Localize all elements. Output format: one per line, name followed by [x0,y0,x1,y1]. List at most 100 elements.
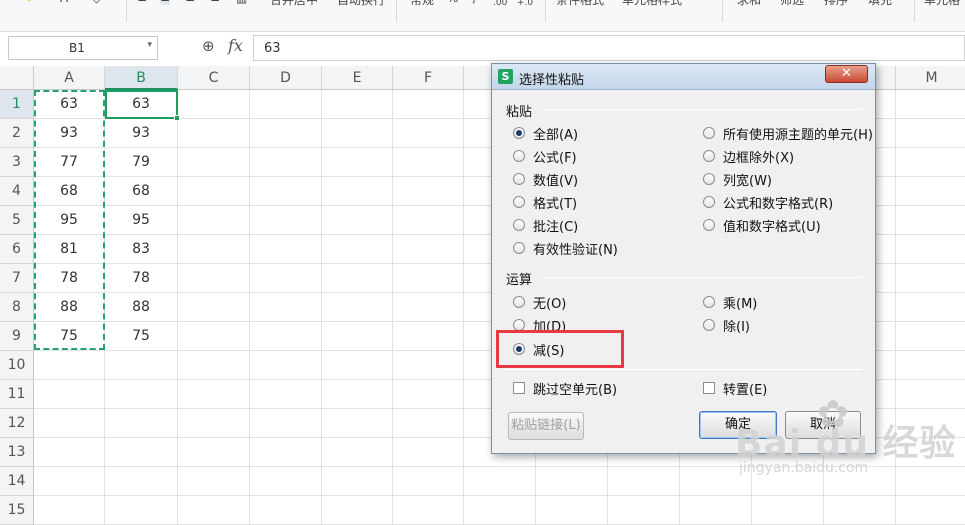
radio-icon[interactable] [513,150,525,162]
percent-button[interactable]: % [447,0,458,5]
cell-a6[interactable]: 81 [34,235,105,264]
cell-c6[interactable] [178,235,250,264]
row-header-5[interactable]: 5 [0,206,34,235]
radio-selected-icon[interactable] [513,343,525,355]
cell-c12[interactable] [178,409,250,438]
align-center-icon[interactable]: ≡ [160,0,171,5]
cell-d4[interactable] [250,177,322,206]
cell-e11[interactable] [322,380,393,409]
name-box[interactable]: B1 ▾ [8,36,158,60]
cell-a7[interactable]: 78 [34,264,105,293]
formula-input[interactable]: 63 [253,35,965,61]
col-header-a[interactable]: A [34,66,105,90]
cell-d12[interactable] [250,409,322,438]
cell-b4[interactable]: 68 [105,177,178,206]
cell-e1[interactable] [322,90,393,119]
zoom-icon[interactable]: ⊕ [202,37,215,55]
cell-b14[interactable] [105,467,178,496]
row-header-2[interactable]: 2 [0,119,34,148]
cell-b7[interactable]: 78 [105,264,178,293]
cell-f8[interactable] [393,293,464,322]
cell-k15[interactable] [752,496,824,525]
cell-j14[interactable] [680,467,752,496]
cell-e4[interactable] [322,177,393,206]
cell-d11[interactable] [250,380,322,409]
cell-a8[interactable]: 88 [34,293,105,322]
cell-d2[interactable] [250,119,322,148]
cell-c1[interactable] [178,90,250,119]
cell-e15[interactable] [322,496,393,525]
row-header-10[interactable]: 10 [0,351,34,380]
cell-g14[interactable] [464,467,536,496]
cell-e2[interactable] [322,119,393,148]
wrap-text-button[interactable]: 自动换行 [337,0,385,8]
thousands-button[interactable]: , [472,0,476,5]
cell-c10[interactable] [178,351,250,380]
cell-f5[interactable] [393,206,464,235]
radio-icon[interactable] [703,319,715,331]
cell-c14[interactable] [178,467,250,496]
cell-button[interactable]: 单元格 [924,0,960,8]
cell-c7[interactable] [178,264,250,293]
merge-center-button[interactable]: 合并居中 [270,0,318,8]
radio-icon[interactable] [513,296,525,308]
cell-l14[interactable] [824,467,896,496]
cell-a15[interactable] [34,496,105,525]
row-header-9[interactable]: 9 [0,322,34,351]
decrease-decimal-button[interactable]: +.0 [517,0,533,8]
cell-f9[interactable] [393,322,464,351]
radio-icon[interactable] [513,196,525,208]
cell-b6[interactable]: 83 [105,235,178,264]
cell-a1[interactable]: 63 [34,90,105,119]
number-format-select[interactable]: 常规 [410,0,434,8]
radio-icon[interactable] [703,150,715,162]
cell-a10[interactable] [34,351,105,380]
align-left-icon[interactable]: ≡ [137,0,147,5]
cell-d15[interactable] [250,496,322,525]
cell-m7[interactable] [896,264,965,293]
cell-m13[interactable] [896,438,965,467]
cell-f7[interactable] [393,264,464,293]
col-header-d[interactable]: D [250,66,322,90]
cell-f15[interactable] [393,496,464,525]
row-header-13[interactable]: 13 [0,438,34,467]
col-header-e[interactable]: E [322,66,393,90]
cell-f2[interactable] [393,119,464,148]
cell-a2[interactable]: 93 [34,119,105,148]
cell-e6[interactable] [322,235,393,264]
radio-icon[interactable] [513,219,525,231]
cell-d10[interactable] [250,351,322,380]
cell-a9[interactable]: 75 [34,322,105,351]
fill-button[interactable]: 填充 [868,0,892,8]
row-header-11[interactable]: 11 [0,380,34,409]
cell-j15[interactable] [680,496,752,525]
radio-icon[interactable] [513,242,525,254]
sort-button[interactable]: 排序 [824,0,848,8]
row-header-3[interactable]: 3 [0,148,34,177]
checkbox-icon[interactable] [513,382,525,394]
cell-m10[interactable] [896,351,965,380]
radio-icon[interactable] [703,219,715,231]
cell-b5[interactable]: 95 [105,206,178,235]
cell-m4[interactable] [896,177,965,206]
cell-m6[interactable] [896,235,965,264]
filter-button[interactable]: 筛选 [780,0,804,8]
cell-a12[interactable] [34,409,105,438]
cell-c13[interactable] [178,438,250,467]
cell-m2[interactable] [896,119,965,148]
cell-b12[interactable] [105,409,178,438]
cell-m12[interactable] [896,409,965,438]
row-header-8[interactable]: 8 [0,293,34,322]
align-right-icon[interactable]: ≡ [185,0,195,5]
conditional-format-button[interactable]: 条件格式 [556,0,604,8]
cancel-button[interactable]: 取消 [785,411,861,439]
cell-c9[interactable] [178,322,250,351]
row-header-15[interactable]: 15 [0,496,34,525]
paste-link-button[interactable]: 粘贴链接(L) [508,412,584,440]
cell-m14[interactable] [896,467,965,496]
dialog-title-bar[interactable]: S 选择性粘贴 ✕ [492,64,875,90]
cell-d7[interactable] [250,264,322,293]
cell-l15[interactable] [824,496,896,525]
cell-f10[interactable] [393,351,464,380]
cell-b2[interactable]: 93 [105,119,178,148]
